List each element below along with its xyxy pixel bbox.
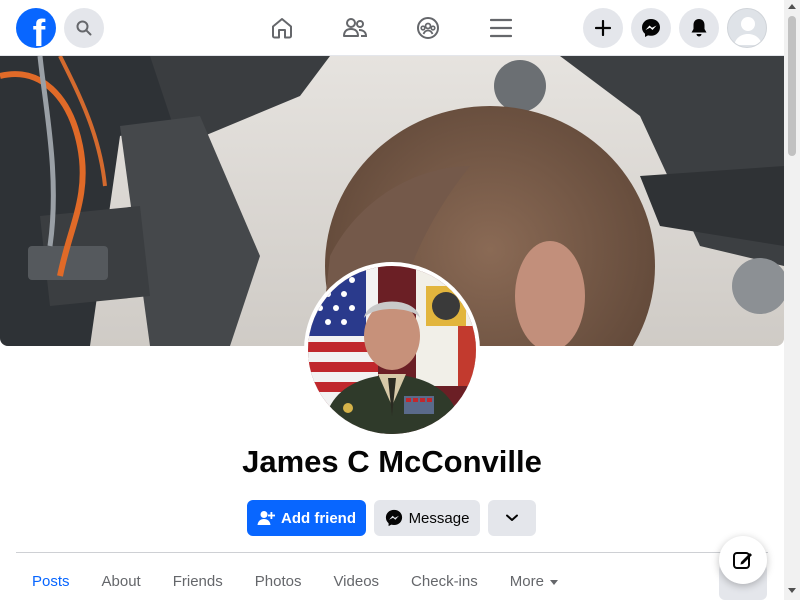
tab-more[interactable]: More xyxy=(494,560,574,604)
account-avatar[interactable] xyxy=(727,8,767,48)
default-user-icon xyxy=(734,17,762,45)
menu-tab[interactable] xyxy=(481,8,521,48)
bell-icon xyxy=(691,19,707,37)
add-friend-icon xyxy=(257,511,275,525)
create-button[interactable] xyxy=(583,8,623,48)
tab-posts[interactable]: Posts xyxy=(16,560,86,604)
profile-picture[interactable] xyxy=(304,262,480,438)
page-scrollbar[interactable] xyxy=(784,0,800,600)
chevron-down-icon xyxy=(506,514,518,521)
messenger-icon xyxy=(385,509,402,527)
tab-photos[interactable]: Photos xyxy=(239,560,318,604)
groups-icon xyxy=(417,17,439,39)
tab-friends[interactable]: Friends xyxy=(157,560,239,604)
notifications-button[interactable] xyxy=(679,8,719,48)
more-options-button[interactable] xyxy=(488,500,536,536)
caret-down-icon xyxy=(549,579,558,585)
profile-tabs: Posts About Friends Photos Videos Check-… xyxy=(16,560,574,604)
facebook-logo[interactable]: f xyxy=(16,8,56,48)
new-message-button[interactable] xyxy=(719,536,767,584)
message-button[interactable]: Message xyxy=(374,500,480,536)
top-navigation-bar: f xyxy=(0,0,784,56)
tabs-divider xyxy=(16,552,768,553)
tab-about[interactable]: About xyxy=(86,560,157,604)
profile-image xyxy=(308,266,476,434)
friends-tab[interactable] xyxy=(335,8,375,48)
tab-videos[interactable]: Videos xyxy=(317,560,395,604)
compose-icon xyxy=(733,552,752,569)
add-friend-label: Add friend xyxy=(281,509,356,527)
tab-check-ins[interactable]: Check-ins xyxy=(395,560,494,604)
home-icon xyxy=(272,18,292,39)
scroll-down-icon[interactable] xyxy=(788,588,796,593)
add-friend-button[interactable]: Add friend xyxy=(247,500,366,536)
messenger-icon xyxy=(642,19,660,37)
menu-icon xyxy=(490,18,512,38)
plus-icon xyxy=(595,20,611,36)
scroll-thumb[interactable] xyxy=(788,16,796,156)
friends-icon xyxy=(343,18,368,37)
scroll-up-icon[interactable] xyxy=(788,4,796,9)
search-button[interactable] xyxy=(64,8,104,48)
groups-tab[interactable] xyxy=(408,8,448,48)
message-label: Message xyxy=(408,509,470,527)
profile-name: James C McConville xyxy=(242,444,542,479)
messenger-button[interactable] xyxy=(631,8,671,48)
home-tab[interactable] xyxy=(262,8,302,48)
search-icon xyxy=(76,20,92,36)
